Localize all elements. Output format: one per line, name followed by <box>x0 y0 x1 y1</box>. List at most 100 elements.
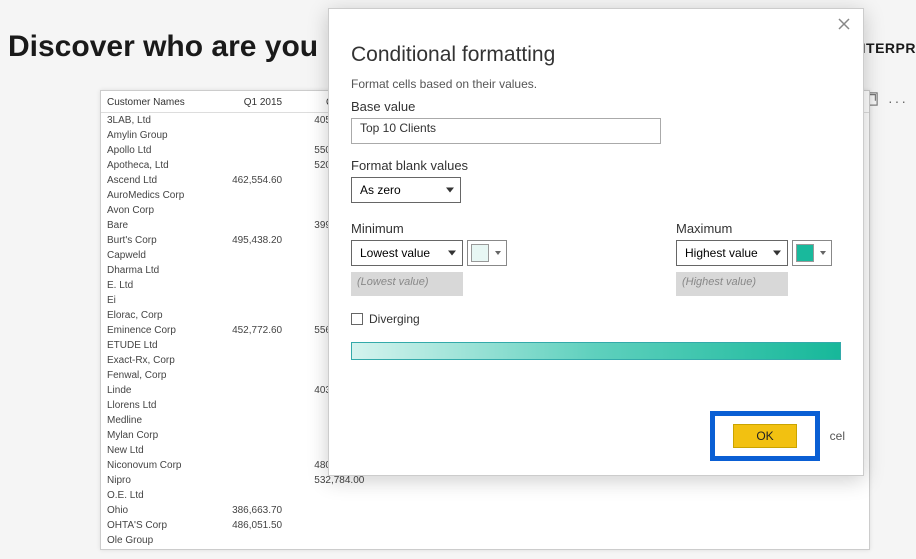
customer-name-cell: Elorac, Corp <box>101 308 206 323</box>
close-icon[interactable] <box>837 17 853 33</box>
value-cell <box>206 443 288 458</box>
value-cell: 386,663.70 <box>206 503 288 518</box>
maximum-label: Maximum <box>676 221 841 236</box>
maximum-color-button[interactable] <box>792 240 832 266</box>
customer-name-cell: Linde <box>101 383 206 398</box>
value-cell <box>781 503 869 518</box>
value-cell <box>699 503 781 518</box>
value-cell <box>535 533 617 548</box>
format-blank-label: Format blank values <box>351 158 841 173</box>
minimum-label: Minimum <box>351 221 516 236</box>
customer-name-cell: Apotheca, Ltd <box>101 158 206 173</box>
chevron-down-icon <box>495 251 501 255</box>
value-cell <box>617 548 699 550</box>
table-row[interactable]: OUR Ltd443,962.10386,630.20 <box>101 548 869 550</box>
minimum-input-disabled: (Lowest value) <box>351 272 463 296</box>
value-cell <box>206 278 288 293</box>
value-cell <box>781 518 869 533</box>
value-cell <box>535 503 617 518</box>
value-cell <box>370 518 452 533</box>
value-cell <box>288 488 370 503</box>
minimum-select[interactable]: Lowest value <box>351 240 463 266</box>
customer-name-cell: AuroMedics Corp <box>101 188 206 203</box>
diverging-label: Diverging <box>369 312 420 326</box>
customer-name-cell: Ascend Ltd <box>101 173 206 188</box>
minimum-color-button[interactable] <box>467 240 507 266</box>
customer-name-cell: Burt's Corp <box>101 233 206 248</box>
value-cell <box>699 548 781 550</box>
customer-name-cell: Ei <box>101 293 206 308</box>
table-row[interactable]: Ole Group <box>101 533 869 548</box>
customer-name-cell: Eminence Corp <box>101 323 206 338</box>
checkbox-icon <box>351 313 363 325</box>
value-cell <box>370 488 452 503</box>
customer-name-cell: Ole Group <box>101 533 206 548</box>
value-cell <box>206 338 288 353</box>
value-cell <box>699 518 781 533</box>
maximum-color-swatch <box>796 244 814 262</box>
customer-name-cell: Exact-Rx, Corp <box>101 353 206 368</box>
more-icon[interactable]: ··· <box>888 93 908 109</box>
maximum-select[interactable]: Highest value <box>676 240 788 266</box>
table-row[interactable]: O.E. Ltd <box>101 488 869 503</box>
format-blank-select[interactable]: As zero <box>351 177 461 203</box>
diverging-checkbox[interactable]: Diverging <box>351 312 841 326</box>
value-cell <box>617 503 699 518</box>
value-cell <box>370 533 452 548</box>
customer-name-cell: Bare <box>101 218 206 233</box>
value-cell <box>206 218 288 233</box>
value-cell <box>288 503 370 518</box>
value-cell <box>453 518 535 533</box>
format-blank-value: As zero <box>360 183 401 197</box>
value-cell <box>206 428 288 443</box>
customer-name-cell: Nipro <box>101 473 206 488</box>
value-cell <box>453 503 535 518</box>
ok-button[interactable]: OK <box>733 424 796 448</box>
conditional-formatting-dialog: Conditional formatting Format cells base… <box>328 8 864 476</box>
value-cell: 443,962.10 <box>206 548 288 550</box>
value-cell <box>453 548 535 550</box>
value-cell <box>206 383 288 398</box>
value-cell <box>781 548 869 550</box>
customer-name-cell: Apollo Ltd <box>101 143 206 158</box>
value-cell <box>781 488 869 503</box>
value-cell <box>370 503 452 518</box>
customer-name-cell: Capweld <box>101 248 206 263</box>
value-cell <box>535 518 617 533</box>
value-cell <box>206 263 288 278</box>
page-title: Discover who are you <box>8 30 318 64</box>
base-value-field[interactable]: Top 10 Clients <box>351 118 661 144</box>
value-cell <box>206 143 288 158</box>
value-cell <box>453 488 535 503</box>
table-row[interactable]: Ohio386,663.70 <box>101 503 869 518</box>
customer-name-cell: Fenwal, Corp <box>101 368 206 383</box>
value-cell <box>699 488 781 503</box>
value-cell <box>206 203 288 218</box>
ok-button-highlight: OK <box>710 411 819 461</box>
customer-name-cell: Llorens Ltd <box>101 398 206 413</box>
customer-name-cell: 3LAB, Ltd <box>101 113 206 129</box>
customer-name-cell: Mylan Corp <box>101 428 206 443</box>
column-header[interactable]: Q1 2015 <box>206 91 288 113</box>
value-cell <box>370 548 452 550</box>
table-row[interactable]: OHTA'S Corp486,051.50 <box>101 518 869 533</box>
value-cell: 386,630.20 <box>288 548 370 550</box>
chevron-down-icon <box>446 188 454 193</box>
customer-name-cell: Avon Corp <box>101 203 206 218</box>
value-cell <box>617 518 699 533</box>
value-cell: 486,051.50 <box>206 518 288 533</box>
value-cell: 462,554.60 <box>206 173 288 188</box>
maximum-input-disabled: (Highest value) <box>676 272 788 296</box>
minimum-color-swatch <box>471 244 489 262</box>
customer-name-cell: Medline <box>101 413 206 428</box>
column-header[interactable]: Customer Names <box>101 91 206 113</box>
value-cell <box>206 128 288 143</box>
customer-name-cell: OHTA'S Corp <box>101 518 206 533</box>
chevron-down-icon <box>773 251 781 256</box>
customer-name-cell: Niconovum Corp <box>101 458 206 473</box>
value-cell: 495,438.20 <box>206 233 288 248</box>
cancel-button[interactable]: cel <box>830 429 845 443</box>
customer-name-cell: O.E. Ltd <box>101 488 206 503</box>
customer-name-cell: OUR Ltd <box>101 548 206 550</box>
value-cell <box>206 113 288 129</box>
